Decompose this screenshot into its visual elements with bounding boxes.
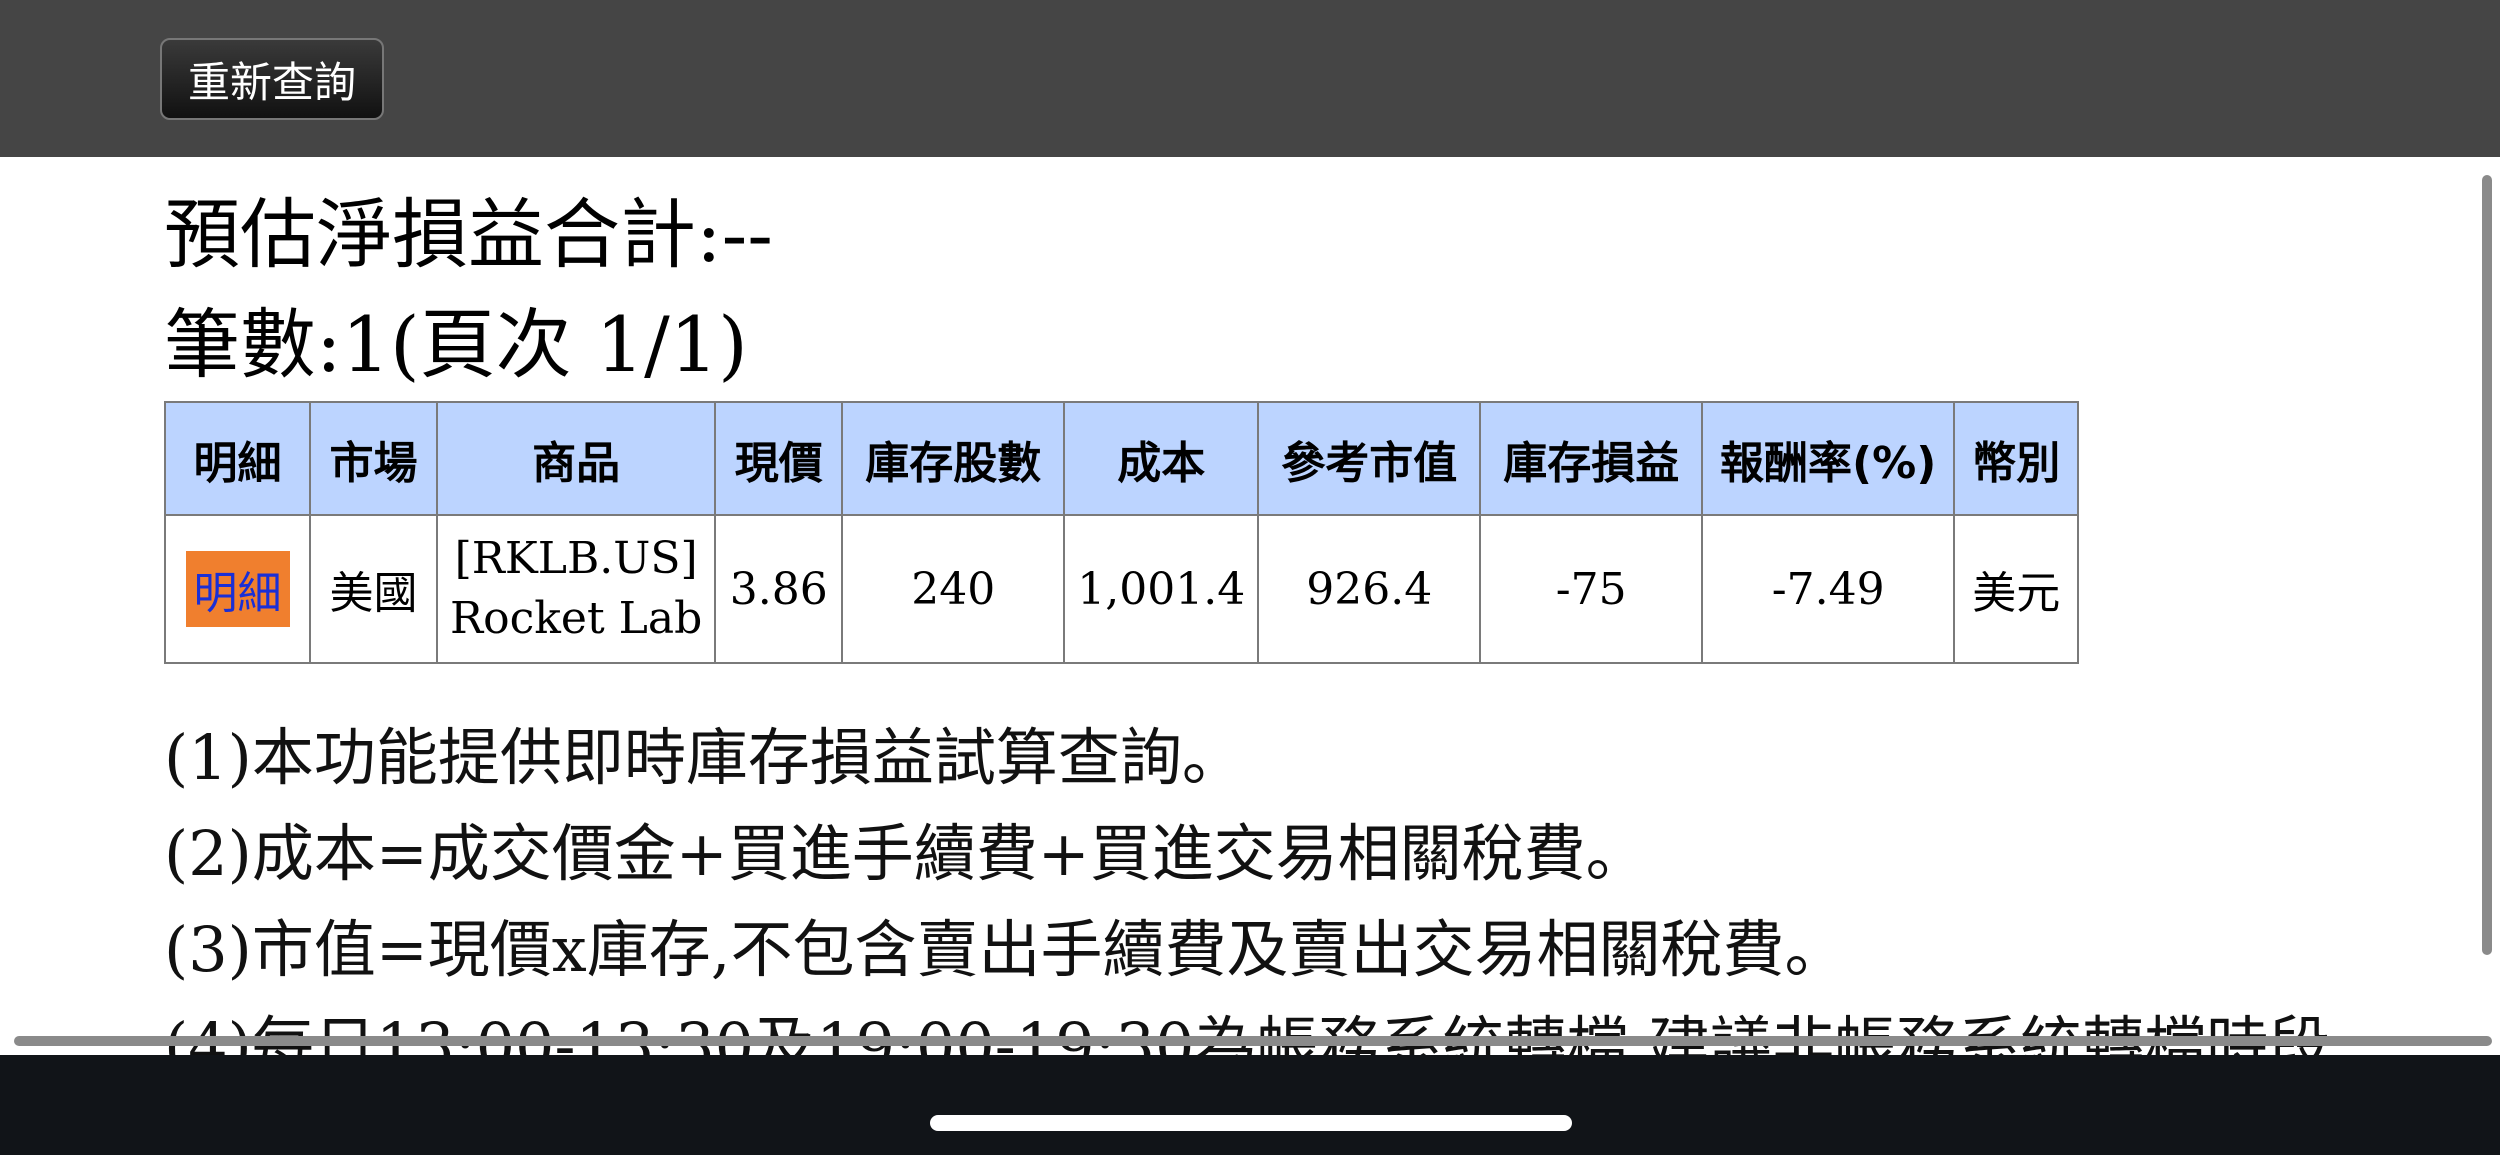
- header-market-value: 參考市值: [1257, 401, 1482, 516]
- header-currency: 幣別: [1953, 401, 2080, 516]
- detail-cell: 明細: [164, 514, 311, 664]
- note-1: (1)本功能提供即時庫存損益試算查詢。: [164, 721, 1244, 794]
- home-indicator[interactable]: [930, 1115, 1572, 1131]
- page: 重新查詢 預估淨損益合計:-- 筆數:1(頁次 1/1) 明細 市場 商品 現價…: [0, 0, 2500, 1155]
- note-4: (4)每日13:00-13:30及19:00-19:30為帳務系統轉檔,建議非帳…: [164, 1009, 2331, 1056]
- header-detail: 明細: [164, 401, 311, 516]
- product-name: Rocket Lab: [450, 593, 703, 644]
- note-3: (3)市值=現價x庫存,不包含賣出手續費及賣出交易相關稅費。: [164, 913, 1847, 986]
- shares-cell: 240: [841, 514, 1066, 664]
- detail-button[interactable]: 明細: [185, 551, 290, 627]
- vertical-scrollbar[interactable]: [2482, 175, 2492, 955]
- header-cost: 成本: [1063, 401, 1260, 516]
- price-cell: 3.86: [714, 514, 844, 664]
- header-price: 現價: [714, 401, 844, 516]
- requery-button[interactable]: 重新查詢: [160, 38, 384, 120]
- market-value-cell: 926.4: [1257, 514, 1482, 664]
- cost-cell: 1,001.4: [1063, 514, 1260, 664]
- header-return-pct: 報酬率(%): [1701, 401, 1956, 516]
- currency-cell: 美元: [1953, 514, 2080, 664]
- return-pct-cell: -7.49: [1701, 514, 1956, 664]
- market-cell: 美國: [309, 514, 438, 664]
- top-toolbar: 重新查詢: [0, 0, 2500, 157]
- table-header-row: 明細 市場 商品 現價 庫存股數 成本 參考市值 庫存損益 報酬率(%) 幣別: [164, 401, 2080, 516]
- note-2: (2)成本=成交價金+買進手續費+買進交易相關稅費。: [164, 817, 1648, 890]
- header-pl: 庫存損益: [1479, 401, 1704, 516]
- horizontal-scrollbar[interactable]: [14, 1036, 2492, 1046]
- header-shares: 庫存股數: [841, 401, 1066, 516]
- product-cell: [RKLB.US] Rocket Lab: [435, 514, 717, 664]
- holdings-table: 明細 市場 商品 現價 庫存股數 成本 參考市值 庫存損益 報酬率(%) 幣別 …: [164, 401, 2080, 664]
- table-row: 明細 美國 [RKLB.US] Rocket Lab 3.86 240 1,00…: [164, 514, 2080, 664]
- pl-cell: -75: [1479, 514, 1704, 664]
- bottom-bar: [0, 1055, 2500, 1155]
- record-count-page: 筆數:1(頁次 1/1): [164, 300, 748, 389]
- product-symbol: [RKLB.US]: [454, 533, 698, 584]
- header-market: 市場: [309, 401, 438, 516]
- content-area: 預估淨損益合計:-- 筆數:1(頁次 1/1) 明細 市場 商品 現價 庫存股數…: [0, 157, 2500, 1055]
- header-product: 商品: [435, 401, 717, 516]
- estimated-pl-summary: 預估淨損益合計:--: [164, 190, 773, 279]
